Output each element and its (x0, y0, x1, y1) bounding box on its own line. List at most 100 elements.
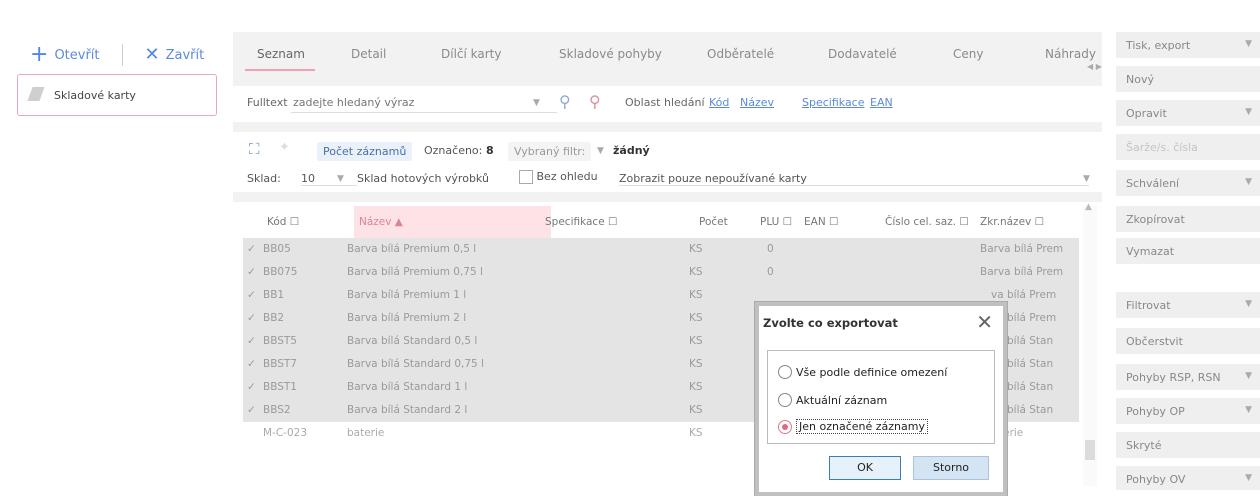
search-clear-icon[interactable]: ⚲ (589, 92, 601, 111)
open-label: Otevřít (54, 47, 100, 63)
cell-unit: KS (689, 289, 703, 301)
col-pocet[interactable]: Počet (699, 216, 728, 228)
search-area-kod[interactable]: Kód (709, 96, 729, 109)
filter-dropdown-icon[interactable]: ▼ (597, 146, 604, 156)
tab-detail[interactable]: Detail (351, 47, 386, 61)
vymazat-button[interactable]: Vymazat (1116, 238, 1260, 264)
pohyby-rsp-rsn-button[interactable]: Pohyby RSP, RSN ▼ (1116, 364, 1260, 390)
col-ean[interactable]: EAN ☐ (804, 216, 838, 228)
tab-nahrady[interactable]: Náhrady (1045, 47, 1096, 61)
skryte-button[interactable]: Skryté (1116, 432, 1260, 458)
skladove-karty-item[interactable]: Skladové karty (17, 74, 217, 116)
col-nazev[interactable]: Název ▲ (359, 216, 403, 228)
cell-short-name: va bílá Prem (991, 289, 1057, 301)
active-tab-indicator (245, 69, 315, 71)
search-area-specifikace[interactable]: Specifikace (802, 96, 865, 109)
sklad-name: Sklad hotových výrobků (357, 172, 489, 185)
cell-short-name: Barva bílá Prem (980, 243, 1064, 255)
scrollbar-thumb[interactable] (1085, 440, 1095, 460)
tab-skladove-pohyby[interactable]: Skladové pohyby (559, 47, 662, 61)
button-label: Filtrovat (1126, 299, 1171, 312)
sklad-code: 10 (301, 172, 315, 185)
plus-icon: + (30, 42, 49, 67)
col-plu[interactable]: PLU ☐ (760, 216, 792, 228)
cell-unit: KS (689, 358, 703, 370)
tab-scroll-arrows-icon[interactable]: ◀ ▶ (1087, 62, 1102, 71)
option-current-record[interactable]: Aktuální záznam (778, 393, 887, 407)
tab-odberatele[interactable]: Odběratelé (707, 47, 774, 61)
unused-dropdown-icon[interactable]: ▼ (1083, 174, 1090, 184)
tab-ceny[interactable]: Ceny (953, 47, 983, 61)
search-input[interactable] (291, 92, 557, 113)
unused-cards-label: Zobrazit pouze nepoužívané karty (619, 172, 807, 185)
cell-unit: KS (689, 335, 703, 347)
tree-icon[interactable]: ⛶ (249, 140, 260, 158)
export-options-group: Vše podle definice omezení Aktuální zázn… (767, 350, 995, 444)
bez-ohledu-checkbox[interactable]: Bez ohledu (519, 170, 598, 184)
filter-value[interactable]: žádný (613, 144, 650, 157)
scroll-up-icon[interactable]: ▲ (1085, 202, 1092, 212)
record-count-button[interactable]: Počet záznamů (317, 142, 413, 161)
button-label: Pohyby RSP, RSN (1126, 371, 1221, 384)
skladove-karty-label: Skladové karty (54, 89, 136, 102)
option-marked-records[interactable]: Jen označené záznamy (778, 419, 928, 434)
obcerstvit-button[interactable]: Občerstvit (1116, 328, 1260, 354)
cell-code: BBST5 (263, 335, 297, 347)
checkbox-icon (519, 170, 533, 184)
cell-name: Barva bílá Premium 0,5 l (347, 243, 477, 255)
cell-name: Barva bílá Premium 1 l (347, 289, 467, 301)
button-label: Vymazat (1126, 245, 1175, 258)
tab-dodavatele[interactable]: Dodavatelé (828, 47, 897, 61)
button-label: Opravit (1126, 107, 1167, 120)
opravit-button[interactable]: Opravit ▼ (1116, 100, 1260, 126)
search-area-nazev[interactable]: Název (740, 96, 774, 109)
schvaleni-button[interactable]: Schválení ▼ (1116, 170, 1260, 196)
row-check-icon: ✓ (247, 381, 256, 393)
pin-icon[interactable]: ✦ (279, 140, 290, 155)
button-label: Pohyby OV (1126, 473, 1186, 486)
zkopirovat-button[interactable]: Zkopírovat (1116, 206, 1260, 232)
fulltext-label: Fulltext (247, 96, 288, 109)
search-icon[interactable]: ⚲ (559, 92, 571, 111)
col-specifikace[interactable]: Specifikace ☐ (545, 216, 617, 228)
tisk-export-button[interactable]: Tisk, export ▼ (1116, 32, 1260, 58)
left-toolbar: + Otevřít ✕ Zavřít (30, 44, 204, 66)
sarze-button[interactable]: Šarže/s. čísla (1116, 134, 1260, 160)
chevron-down-icon: ▼ (1245, 473, 1252, 483)
table-row[interactable]: ✓ BB05 Barva bílá Premium 0,5 l KS 0 Barva bí… (243, 238, 1079, 261)
close-button[interactable]: ✕ Zavřít (145, 46, 205, 64)
row-check-icon: ✓ (247, 289, 256, 301)
list-toolbar: ⛶ ✦ Počet záznamů Označeno: 8 Vybraný fi… (233, 132, 1102, 192)
close-icon[interactable]: ✕ (976, 310, 993, 334)
tab-seznam[interactable]: Seznam (257, 47, 305, 61)
cell-code: BBST7 (263, 358, 297, 370)
novy-button[interactable]: Nový (1116, 66, 1260, 92)
search-dropdown-icon[interactable]: ▼ (533, 98, 540, 108)
filtrovat-button[interactable]: Filtrovat ▼ (1116, 292, 1260, 318)
ok-button[interactable]: OK (829, 456, 901, 480)
open-button[interactable]: + Otevřít (30, 42, 100, 67)
sklad-dropdown-icon[interactable]: ▼ (337, 174, 344, 184)
cell-unit: KS (689, 381, 703, 393)
sklad-select[interactable]: 10 (301, 172, 357, 186)
marked-label: Označeno: (424, 144, 483, 157)
divider (121, 44, 123, 66)
col-zkr-nazev[interactable]: Zkr.název ☐ (980, 216, 1044, 228)
col-kod[interactable]: Kód ☐ (267, 216, 299, 228)
cancel-button[interactable]: Storno (913, 456, 989, 480)
table-row[interactable]: ✓ BB075 Barva bílá Premium 0,75 l KS 0 Barva … (243, 261, 1079, 284)
tab-dilci-karty[interactable]: Dílčí karty (441, 47, 502, 61)
row-check-icon: ✓ (247, 312, 256, 324)
pohyby-op-button[interactable]: Pohyby OP ▼ (1116, 398, 1260, 424)
option-all-by-definition[interactable]: Vše podle definice omezení (778, 365, 947, 379)
cell-code: BB05 (263, 243, 291, 255)
unused-cards-select[interactable]: Zobrazit pouze nepoužívané karty (619, 172, 1089, 186)
pohyby-ov-button[interactable]: Pohyby OV ▼ (1116, 466, 1260, 490)
cell-code: BBST1 (263, 381, 297, 393)
button-label: Nový (1126, 73, 1154, 86)
col-cislo-cel-saz[interactable]: Číslo cel. saz. ☐ (885, 216, 969, 228)
row-check-icon: ✓ (247, 266, 256, 278)
radio-selected-icon (778, 419, 792, 434)
row-check-icon: ✓ (247, 358, 256, 370)
search-area-ean[interactable]: EAN (870, 96, 893, 109)
